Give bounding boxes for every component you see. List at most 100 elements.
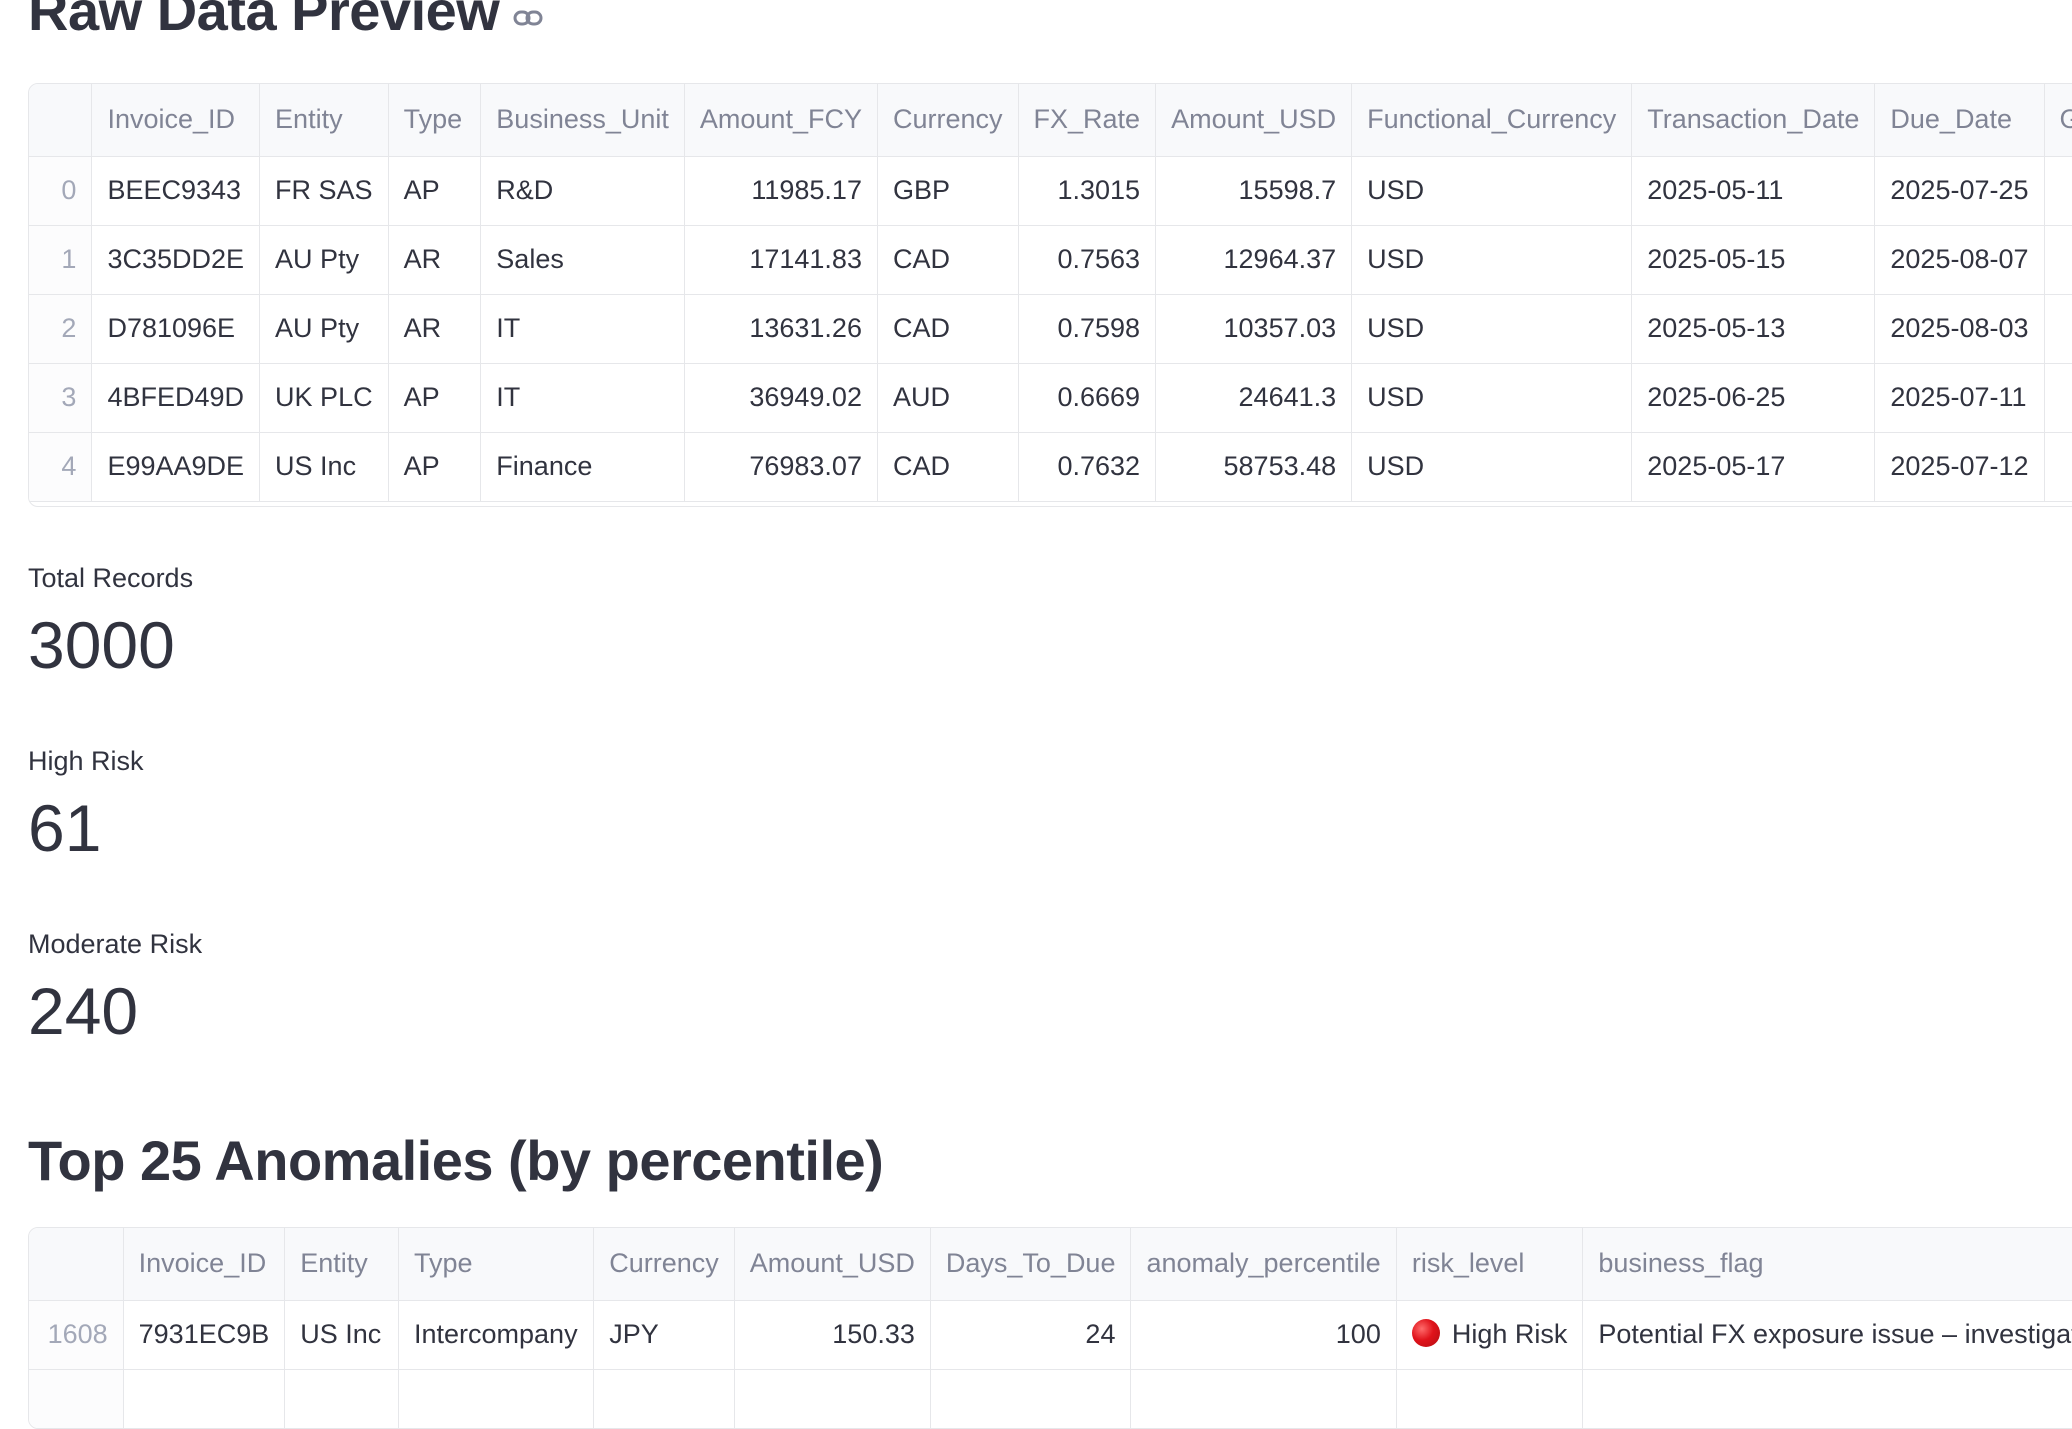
column-header[interactable]: Invoice_ID [123, 1228, 286, 1301]
table-cell[interactable]: 11985.17 [684, 156, 878, 226]
table-cell[interactable]: AU Pty [259, 225, 389, 295]
table-cell[interactable]: 13631.26 [684, 294, 878, 364]
table-cell[interactable]: JPY [593, 1300, 735, 1370]
table-cell[interactable]: 24 [930, 1300, 1132, 1370]
column-header[interactable]: risk_level [1396, 1228, 1584, 1301]
column-header[interactable]: Entity [284, 1228, 399, 1301]
table-cell[interactable]: Finance [480, 432, 685, 502]
raw-data-table[interactable]: Invoice_ID Entity Type Business_Unit Amount_… [28, 83, 2072, 507]
column-header[interactable]: Entity [259, 84, 389, 157]
table-cell[interactable] [1396, 1369, 1584, 1428]
table-cell[interactable]: 1.3015 [1018, 156, 1157, 226]
column-header[interactable]: business_flag [1582, 1228, 2072, 1301]
table-cell[interactable]: USD [1351, 432, 1633, 502]
table-cell[interactable]: Intercompany [398, 1300, 595, 1370]
table-cell[interactable] [398, 1369, 595, 1428]
table-cell[interactable]: 2025-07-11 [1874, 363, 2045, 433]
table-cell[interactable]: US Inc [259, 432, 389, 502]
table-cell[interactable]: US Inc [284, 1300, 399, 1370]
column-header[interactable]: Transaction_Date [1631, 84, 1876, 157]
table-row[interactable]: 1608 7931EC9B US Inc Intercompany JPY 150.33 2… [29, 1300, 2072, 1370]
table-cell[interactable]: IT [480, 294, 685, 364]
table-cell[interactable] [1130, 1369, 1397, 1428]
table-cell[interactable]: BEEC9343 [91, 156, 261, 226]
table-cell[interactable]: 17141.83 [684, 225, 878, 295]
table-cell[interactable]: Sales [480, 225, 685, 295]
table-cell[interactable]: FR SAS [259, 156, 389, 226]
link-icon[interactable] [513, 0, 543, 42]
table-cell[interactable]: 2025-08-03 [1874, 294, 2045, 364]
table-cell[interactable]: AU Pty [259, 294, 389, 364]
table-cell[interactable]: AUD [877, 363, 1019, 433]
table-cell[interactable]: USD [1351, 363, 1633, 433]
column-header[interactable]: Amount_USD [734, 1228, 931, 1301]
table-cell[interactable]: CAD [877, 294, 1019, 364]
table-cell[interactable]: 10357.03 [1155, 294, 1353, 364]
table-cell[interactable]: 2025-07-12 [1874, 432, 2045, 502]
table-cell[interactable] [930, 1369, 1132, 1428]
row-index[interactable]: 0 [29, 156, 93, 226]
table-cell[interactable]: 76983.07 [684, 432, 878, 502]
table-row[interactable] [29, 1369, 2072, 1428]
column-header[interactable]: Functional_Currency [1351, 84, 1633, 157]
table-cell[interactable]: Potential FX exposure issue – investigat… [1582, 1300, 2072, 1370]
table-row[interactable]: 2 D781096E AU Pty AR IT 13631.26 CAD 0.7598 1035… [29, 294, 2072, 364]
column-header[interactable]: Currency [593, 1228, 735, 1301]
column-header[interactable]: anomaly_percentile [1130, 1228, 1397, 1301]
table-cell[interactable]: AP [388, 156, 482, 226]
table-cell[interactable]: 4BFED49D [91, 363, 261, 433]
table-cell[interactable]: 24641.3 [1155, 363, 1353, 433]
table-cell[interactable]: AP [388, 363, 482, 433]
row-index[interactable]: 4 [29, 432, 93, 502]
table-row[interactable]: 0 BEEC9343 FR SAS AP R&D 11985.17 GBP 1.3015 155… [29, 156, 2072, 226]
table-cell[interactable]: 3C35DD2E [91, 225, 261, 295]
row-index[interactable]: 1608 [29, 1300, 124, 1370]
table-cell[interactable]: AR [388, 225, 482, 295]
column-header[interactable]: Type [398, 1228, 595, 1301]
table-cell[interactable]: 36949.02 [684, 363, 878, 433]
table-cell[interactable] [284, 1369, 399, 1428]
index-header[interactable] [29, 1228, 124, 1301]
table-cell[interactable]: GBP [877, 156, 1019, 226]
column-header[interactable]: Amount_USD [1155, 84, 1353, 157]
table-cell[interactable]: IT [480, 363, 685, 433]
table-cell[interactable] [2044, 294, 2072, 364]
table-row[interactable]: 3 4BFED49D UK PLC AP IT 36949.02 AUD 0.6669 2464… [29, 363, 2072, 433]
column-header[interactable]: Invoice_ID [91, 84, 261, 157]
table-cell[interactable]: 2025-05-11 [1631, 156, 1876, 226]
table-cell[interactable]: 0.7598 [1018, 294, 1157, 364]
table-cell[interactable]: 12964.37 [1155, 225, 1353, 295]
column-header[interactable]: Amount_FCY [684, 84, 878, 157]
table-cell[interactable]: 100 [1130, 1300, 1397, 1370]
table-cell[interactable]: High Risk [1396, 1300, 1584, 1370]
table-cell[interactable]: 2025-05-13 [1631, 294, 1876, 364]
table-cell[interactable]: USD [1351, 294, 1633, 364]
column-header[interactable]: Currency [877, 84, 1019, 157]
table-cell[interactable] [2044, 432, 2072, 502]
column-header[interactable]: Days_To_Due [930, 1228, 1132, 1301]
table-cell[interactable]: AP [388, 432, 482, 502]
row-index[interactable] [29, 1369, 124, 1428]
table-cell[interactable]: CAD [877, 225, 1019, 295]
row-index[interactable]: 2 [29, 294, 93, 364]
column-header[interactable]: FX_Rate [1018, 84, 1157, 157]
table-cell[interactable] [1582, 1369, 2072, 1428]
table-cell[interactable]: UK PLC [259, 363, 389, 433]
table-cell[interactable]: E99AA9DE [91, 432, 261, 502]
index-header[interactable] [29, 84, 93, 157]
table-row[interactable]: 4 E99AA9DE US Inc AP Finance 76983.07 CAD 0.763… [29, 432, 2072, 502]
table-cell[interactable]: 150.33 [734, 1300, 931, 1370]
table-cell[interactable]: USD [1351, 156, 1633, 226]
table-cell[interactable]: 2025-05-15 [1631, 225, 1876, 295]
table-cell[interactable]: USD [1351, 225, 1633, 295]
table-cell[interactable] [593, 1369, 735, 1428]
table-cell[interactable]: CAD [877, 432, 1019, 502]
column-header[interactable]: Business_Unit [480, 84, 685, 157]
table-cell[interactable]: 7931EC9B [123, 1300, 286, 1370]
table-cell[interactable] [2044, 225, 2072, 295]
table-cell[interactable] [2044, 363, 2072, 433]
table-cell[interactable] [123, 1369, 286, 1428]
table-cell[interactable]: 2025-05-17 [1631, 432, 1876, 502]
column-header[interactable]: Due_Date [1874, 84, 2045, 157]
table-cell[interactable]: 58753.48 [1155, 432, 1353, 502]
